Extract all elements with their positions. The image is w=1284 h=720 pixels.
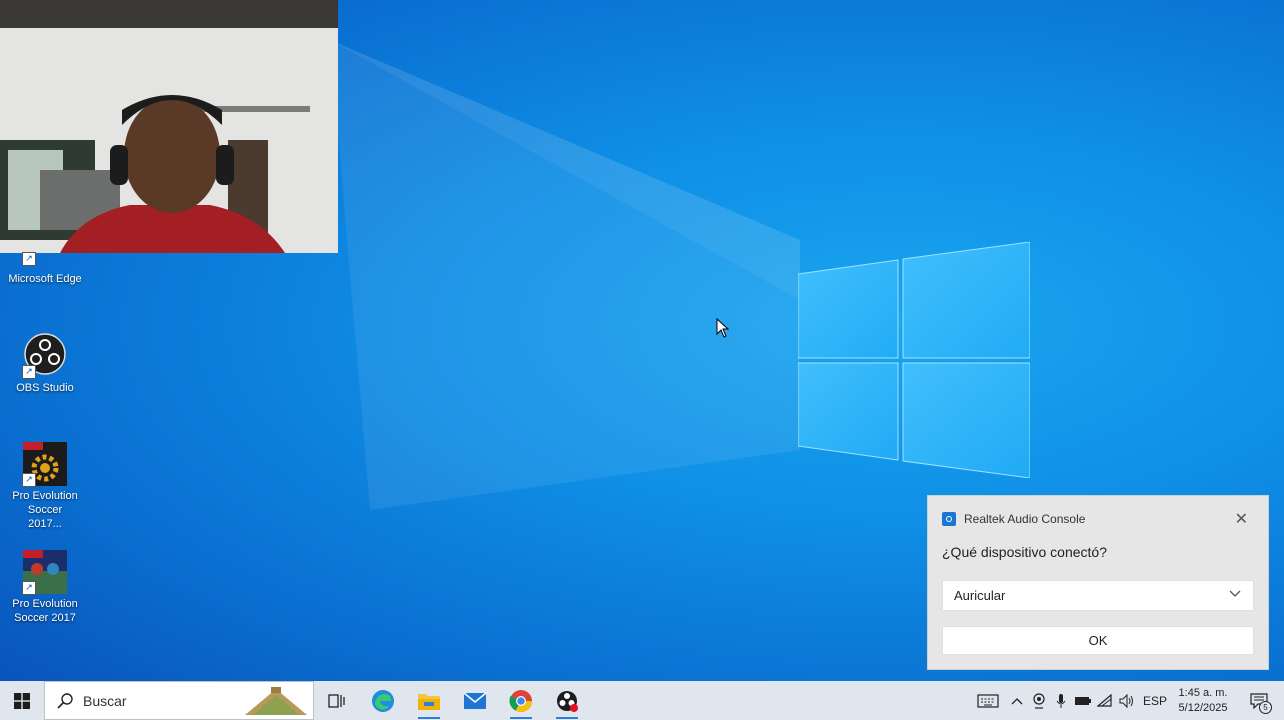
- tray-wifi[interactable]: [1094, 681, 1116, 720]
- camera-icon: [1033, 692, 1045, 709]
- action-center-button[interactable]: 5: [1234, 681, 1284, 720]
- search-highlight-pyramid-icon: [245, 687, 307, 715]
- obs-icon: [557, 690, 578, 712]
- start-button[interactable]: [0, 681, 44, 720]
- microphone-icon: [1056, 693, 1066, 708]
- obs-icon: ↗: [22, 333, 68, 379]
- pes-game-icon: ↗: [22, 549, 68, 595]
- edge-icon: [372, 689, 394, 712]
- desktop-icon-label: Pro Evolution Soccer 2017: [12, 598, 78, 624]
- chevron-down-icon: [1229, 590, 1241, 597]
- ok-button[interactable]: OK: [942, 626, 1254, 655]
- task-view-icon: [328, 693, 345, 708]
- shortcut-arrow-icon: ↗: [22, 252, 36, 266]
- tray-show-hidden[interactable]: [1006, 681, 1028, 720]
- windows-start-icon: [14, 692, 30, 709]
- shortcut-arrow-icon: ↗: [22, 473, 36, 487]
- tray-volume[interactable]: [1116, 681, 1138, 720]
- notification-count-badge: 5: [1259, 701, 1272, 714]
- desktop-icon-label: Microsoft Edge: [8, 273, 82, 285]
- taskbar-obs[interactable]: [544, 681, 590, 720]
- realtek-notification: Realtek Audio Console ✕ ¿Qué dispositivo…: [927, 495, 1269, 670]
- shortcut-arrow-icon: ↗: [22, 581, 36, 595]
- file-explorer-icon: [418, 693, 440, 710]
- tray-clock[interactable]: 1:45 a. m. 5/12/2025: [1172, 686, 1234, 716]
- shortcut-arrow-icon: ↗: [22, 365, 36, 379]
- desktop-icon-pes-settings[interactable]: ↗ Pro Evolution Soccer 2017...: [0, 441, 90, 531]
- windows-wallpaper-logo: [798, 242, 1030, 478]
- chevron-up-icon: [1011, 697, 1023, 704]
- taskbar-edge[interactable]: [360, 681, 406, 720]
- keyboard-icon: [977, 693, 999, 708]
- webcam-feed-image: [0, 0, 338, 253]
- running-indicator: [510, 717, 532, 719]
- wifi-icon: [1097, 693, 1112, 707]
- tray-webcam[interactable]: [1028, 681, 1050, 720]
- notification-app-name: Realtek Audio Console: [964, 512, 1086, 526]
- edge-icon: ↗: [22, 250, 68, 266]
- taskbar-chrome[interactable]: [498, 681, 544, 720]
- tray-language[interactable]: ESP: [1138, 681, 1172, 720]
- notification-question: ¿Qué dispositivo conectó?: [942, 544, 1107, 560]
- taskbar-mail[interactable]: [452, 681, 498, 720]
- task-view-button[interactable]: [314, 681, 360, 720]
- realtek-app-icon: [942, 512, 956, 526]
- pes-settings-icon: ↗: [22, 441, 68, 487]
- tray-battery[interactable]: [1072, 681, 1094, 720]
- desktop-icon-label: Pro Evolution Soccer 2017...: [12, 490, 78, 530]
- desktop-icon-obs[interactable]: ↗ OBS Studio: [0, 333, 90, 395]
- clock-date: 5/12/2025: [1178, 701, 1228, 714]
- tray-keyboard[interactable]: [970, 681, 1006, 720]
- search-icon: [57, 692, 73, 709]
- desktop-icon-edge[interactable]: ↗ Microsoft Edge: [0, 250, 90, 286]
- battery-icon: [1075, 696, 1091, 705]
- device-select[interactable]: Auricular: [942, 580, 1254, 611]
- mail-icon: [463, 691, 487, 709]
- search-placeholder: Buscar: [83, 692, 127, 709]
- running-indicator: [418, 717, 440, 719]
- clock-time: 1:45 a. m.: [1178, 686, 1228, 699]
- mouse-cursor-icon: [716, 318, 730, 338]
- webcam-overlay: [0, 0, 338, 253]
- system-tray: ESP 1:45 a. m. 5/12/2025 5: [970, 681, 1284, 720]
- volume-icon: [1119, 693, 1133, 708]
- desktop-icon-pes-game[interactable]: ↗ Pro Evolution Soccer 2017: [0, 549, 90, 625]
- close-icon[interactable]: ✕: [1235, 509, 1248, 529]
- device-select-value: Auricular: [954, 588, 1006, 603]
- running-indicator: [556, 717, 578, 719]
- taskbar-search-box[interactable]: Buscar: [44, 681, 314, 720]
- desktop-icon-label: OBS Studio: [16, 382, 74, 394]
- notification-header: Realtek Audio Console: [942, 512, 1085, 526]
- taskbar: Buscar ESP 1:45 a. m. 5/12/2025 5: [0, 681, 1284, 720]
- tray-microphone[interactable]: [1050, 681, 1072, 720]
- taskbar-file-explorer[interactable]: [406, 681, 452, 720]
- chrome-icon: [509, 689, 532, 712]
